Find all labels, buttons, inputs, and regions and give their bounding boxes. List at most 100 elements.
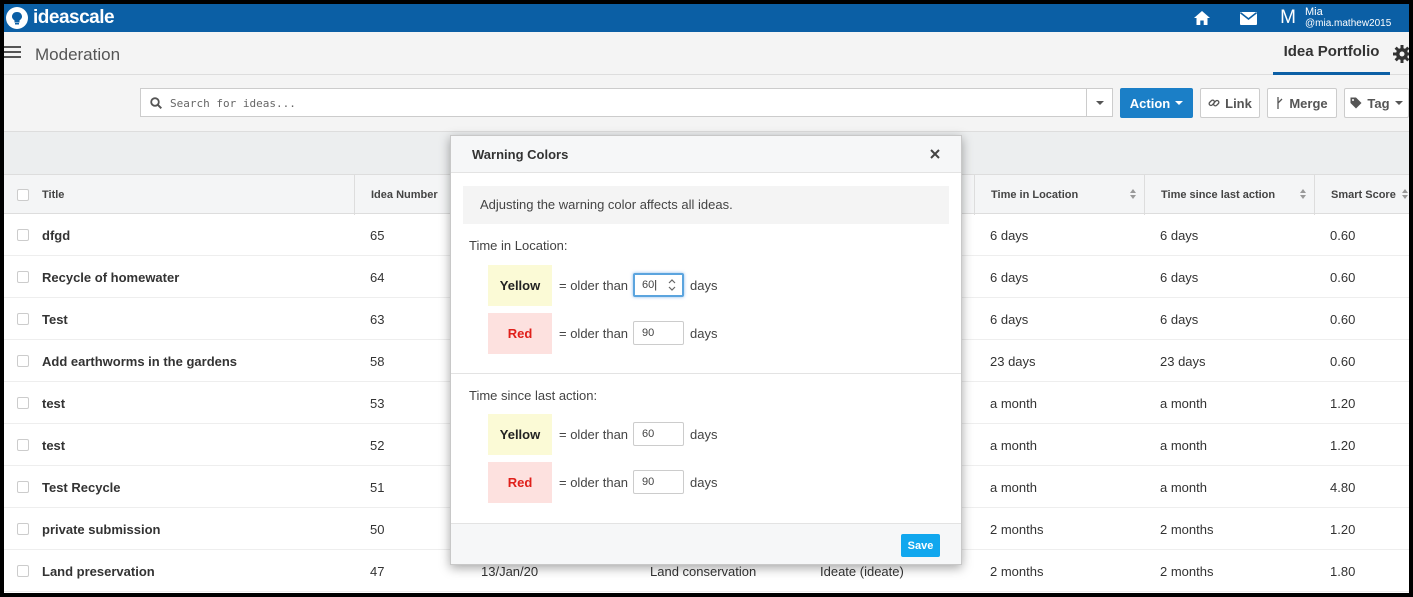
days-label: days (690, 475, 718, 490)
user-menu[interactable]: Mia @mia.mathew2015 (1305, 6, 1405, 30)
cell-smart-score: 0.60 (1330, 354, 1356, 369)
cell-idea-number: 53 (370, 396, 385, 411)
cell-time-in-location: 2 months (990, 522, 1044, 537)
cell-smart-score: 1.80 (1330, 564, 1356, 579)
cell-time-since-action: 23 days (1160, 354, 1206, 369)
dialog-footer: Save (451, 523, 961, 564)
column-time-in-location[interactable]: Time in Location (974, 175, 1144, 215)
older-than-label: = older than (559, 326, 629, 341)
cell-title[interactable]: Recycle of homewater (42, 270, 179, 285)
cell-title[interactable]: Land preservation (42, 564, 155, 579)
column-time-since-action[interactable]: Time since last action (1144, 175, 1314, 215)
column-title[interactable]: Title (42, 175, 64, 215)
user-name: Mia (1305, 6, 1323, 18)
action-red-days-input[interactable]: 90 (633, 470, 684, 494)
menu-icon[interactable] (4, 45, 21, 64)
tab-idea-portfolio[interactable]: Idea Portfolio (1273, 32, 1390, 75)
home-icon[interactable] (1179, 4, 1225, 32)
row-checkbox[interactable] (17, 439, 29, 451)
row-checkbox[interactable] (17, 397, 29, 409)
cell-idea-number: 58 (370, 354, 385, 369)
chevron-down-icon (1095, 100, 1104, 105)
merge-label: Merge (1289, 95, 1328, 111)
search-input[interactable] (170, 93, 1070, 113)
cell-time-in-location: a month (990, 396, 1037, 411)
column-smart-score[interactable]: Smart Score (1314, 175, 1409, 215)
column-label: Smart Score (1331, 189, 1396, 201)
row-checkbox[interactable] (17, 271, 29, 283)
merge-icon (1277, 97, 1283, 109)
link-button[interactable]: Link (1200, 88, 1260, 118)
cell-title[interactable]: Add earthworms in the gardens (42, 354, 237, 369)
row-checkbox[interactable] (17, 313, 29, 325)
cell-time-since-action: a month (1160, 480, 1207, 495)
spinner-icon[interactable] (668, 278, 676, 292)
cell-time-in-location: 6 days (990, 270, 1029, 285)
save-button[interactable]: Save (901, 534, 940, 557)
row-checkbox[interactable] (17, 229, 29, 241)
row-checkbox[interactable] (17, 481, 29, 493)
select-all-checkbox[interactable] (17, 189, 29, 201)
cell-title[interactable]: Test Recycle (42, 480, 121, 495)
search-icon (150, 96, 163, 114)
input-value: 60 (642, 279, 655, 291)
column-label: Time in Location (991, 189, 1079, 201)
cell-smart-score: 1.20 (1330, 438, 1356, 453)
cell-time-since-action: 6 days (1160, 312, 1199, 327)
action-button[interactable]: Action (1120, 88, 1193, 118)
dialog-note: Adjusting the warning color affects all … (463, 186, 949, 224)
logo-text: ideascale (33, 7, 115, 28)
row-checkbox[interactable] (17, 565, 29, 577)
tag-button[interactable]: Tag (1344, 88, 1409, 118)
cell-date: 13/Jan/20 (481, 564, 539, 579)
close-icon[interactable] (928, 147, 942, 161)
cell-smart-score: 4.80 (1330, 480, 1356, 495)
cell-time-in-location: 6 days (990, 312, 1029, 327)
cell-smart-score: 1.20 (1330, 396, 1356, 411)
cell-time-since-action: 6 days (1160, 228, 1199, 243)
dialog-title: Warning Colors (472, 147, 569, 162)
logo[interactable]: ideascale (6, 7, 115, 29)
cell-title[interactable]: test (42, 396, 65, 411)
row-checkbox[interactable] (17, 523, 29, 535)
page-title: Moderation (35, 45, 121, 64)
mail-icon[interactable] (1225, 4, 1271, 32)
location-yellow-days-input[interactable]: 60| (633, 273, 684, 297)
cell-idea-number: 51 (370, 480, 385, 495)
red-swatch: Red (488, 462, 552, 503)
section-label-time-since-action: Time since last action: (469, 388, 598, 403)
cell-title[interactable]: Test (42, 312, 68, 327)
cell-idea-number: 47 (370, 564, 385, 579)
app-window: ideascale M Mia @mia.mathew2015 Moderati… (4, 4, 1409, 593)
cell-time-in-location: 2 months (990, 564, 1044, 579)
action-yellow-days-input[interactable]: 60 (633, 422, 684, 446)
column-idea-number[interactable]: Idea Number (354, 175, 454, 215)
chevron-down-icon (1394, 101, 1403, 105)
cell-category: Land conservation (650, 564, 757, 579)
older-than-label: = older than (559, 427, 629, 442)
gear-icon[interactable] (1393, 45, 1409, 68)
dialog-header: Warning Colors (451, 136, 961, 173)
row-checkbox[interactable] (17, 355, 29, 367)
merge-button[interactable]: Merge (1267, 88, 1337, 118)
cell-title[interactable]: private submission (42, 522, 160, 537)
cell-idea-number: 50 (370, 522, 385, 537)
avatar[interactable]: M (1271, 7, 1305, 29)
cell-title[interactable]: test (42, 438, 65, 453)
older-than-label: = older than (559, 278, 629, 293)
top-navbar: ideascale M Mia @mia.mathew2015 (4, 4, 1409, 32)
cell-time-in-location: a month (990, 438, 1037, 453)
cell-title[interactable]: dfgd (42, 228, 70, 243)
cell-time-since-action: 2 months (1160, 522, 1214, 537)
cell-idea-number: 63 (370, 312, 385, 327)
section-label-time-in-location: Time in Location: (469, 238, 568, 253)
days-label: days (690, 427, 718, 442)
red-swatch: Red (488, 313, 552, 354)
search-dropdown-button[interactable] (1086, 89, 1112, 116)
link-label: Link (1225, 95, 1252, 111)
days-label: days (690, 326, 718, 341)
action-label: Action (1129, 95, 1171, 111)
section-divider (451, 373, 961, 374)
location-red-days-input[interactable]: 90 (633, 321, 684, 345)
cell-time-in-location: a month (990, 480, 1037, 495)
